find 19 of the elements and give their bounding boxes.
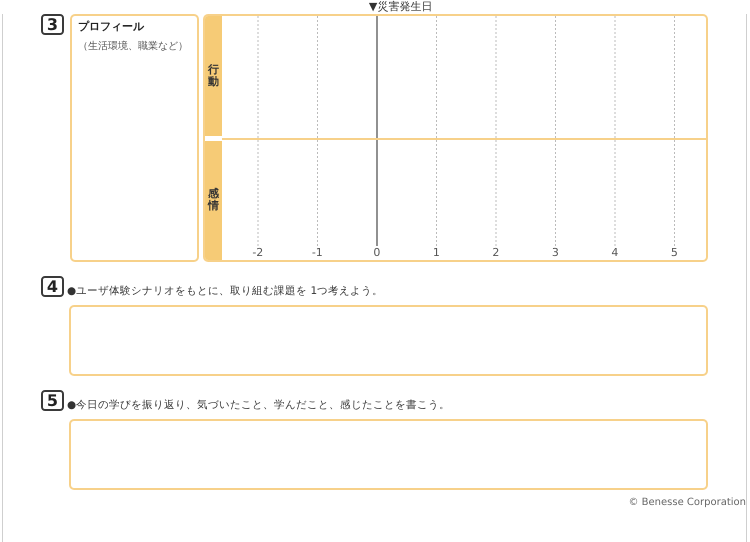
axis-tick-label: -2 xyxy=(252,244,264,260)
axis-tick-label: 2 xyxy=(492,244,500,260)
copyright-text: © Benesse Corporation xyxy=(627,496,746,510)
axis-tick-label: 5 xyxy=(670,244,678,260)
disaster-day-marker: ▼災害発生日 xyxy=(368,0,432,15)
axis-tick-label: 4 xyxy=(611,244,618,260)
question-prompt: ●ユーザ体験シナリオをもとに、取り組む課題を 1つ考えよう。 xyxy=(67,285,384,297)
axis-tick-label: -1 xyxy=(312,244,323,260)
axis-tick-label: 3 xyxy=(552,244,559,260)
question-number: 5 xyxy=(41,390,64,411)
question-number: 3 xyxy=(41,14,64,35)
answer-box[interactable] xyxy=(69,419,708,490)
profile-note: （生活環境、職業など） xyxy=(78,40,189,54)
profile-title: プロフィール xyxy=(78,19,145,35)
question-prompt: ●今日の学びを振り返り、気づいたこと、学んだこと、感じたことを書こう。 xyxy=(67,399,450,411)
axis-tick-label: 1 xyxy=(432,244,440,260)
answer-box[interactable] xyxy=(69,305,708,376)
axis-tick-label: 0 xyxy=(373,244,380,260)
question-number: 4 xyxy=(41,276,64,297)
